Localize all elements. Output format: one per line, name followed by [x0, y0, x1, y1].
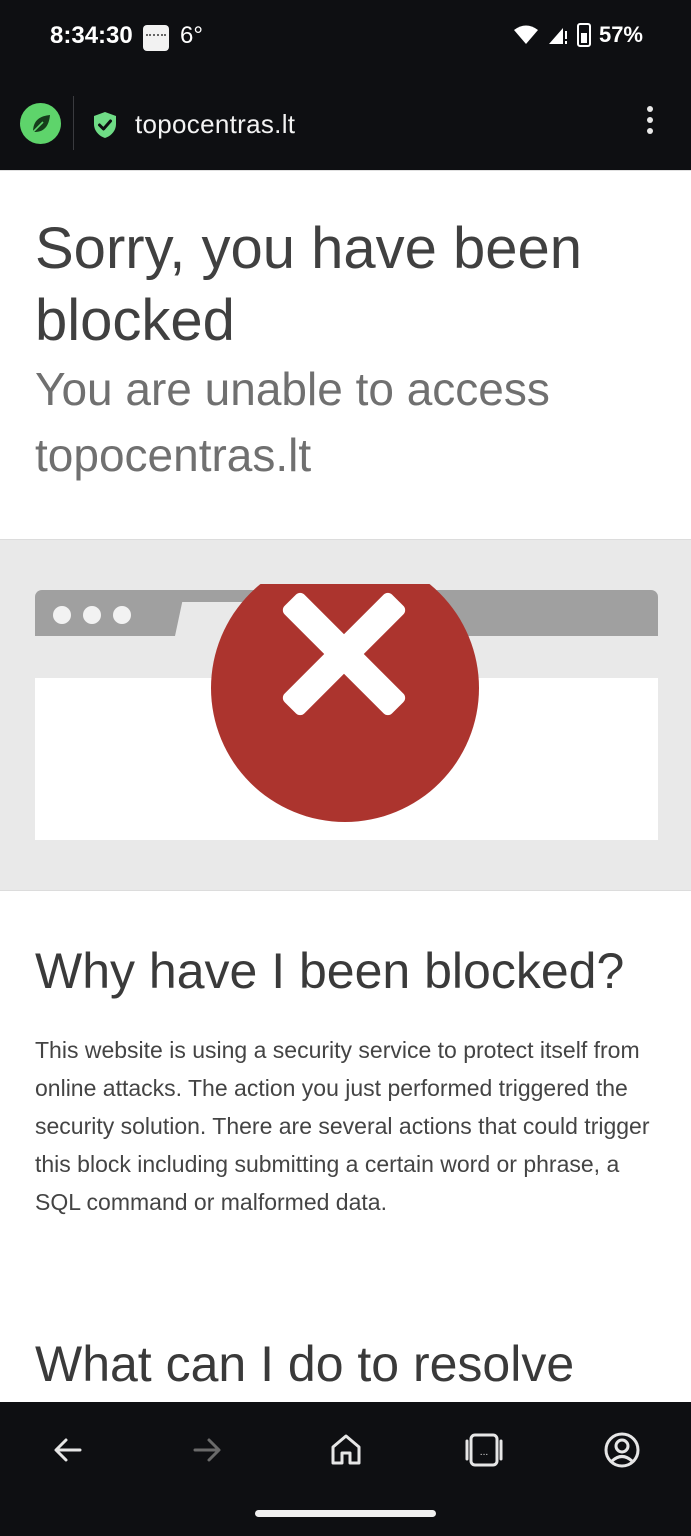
blocked-illustration	[0, 539, 691, 891]
x-mark-icon	[282, 592, 406, 716]
battery-charging-icon	[576, 23, 591, 47]
more-vert-icon[interactable]	[640, 106, 660, 142]
svg-text:...: ...	[480, 1448, 489, 1458]
why-blocked-text: This website is using a security service…	[35, 1037, 650, 1215]
tabs-icon[interactable]: ...	[464, 1430, 504, 1470]
resolve-heading: What can I do to resolve	[35, 1336, 575, 1392]
shield-check-icon[interactable]	[92, 111, 118, 139]
error-x-icon	[211, 584, 479, 822]
weather-app-icon	[143, 25, 169, 51]
gesture-home-indicator[interactable]	[255, 1510, 436, 1517]
leaf-icon[interactable]	[20, 103, 61, 144]
bottom-navigation: ...	[0, 1402, 691, 1536]
account-icon[interactable]	[602, 1430, 642, 1470]
window-dot	[113, 606, 131, 624]
why-blocked-heading: Why have I been blocked?	[35, 943, 625, 999]
battery-percent: 57%	[598, 22, 643, 47]
browser-toolbar: topocentras.lt	[0, 80, 691, 170]
window-dot	[83, 606, 101, 624]
status-temperature: 6°	[180, 22, 203, 49]
page-subtitle: You are unable to access topocentras.lt	[35, 363, 550, 481]
status-time: 8:34:30	[50, 22, 133, 49]
url-field[interactable]: topocentras.lt	[135, 109, 295, 140]
status-bar: 8:34:30 6° 57%	[0, 0, 691, 80]
status-indicators: 57%	[513, 22, 643, 48]
forward-arrow-icon[interactable]	[187, 1430, 227, 1470]
window-dot	[53, 606, 71, 624]
page-title: Sorry, you have been blocked	[35, 216, 583, 353]
browser-window-illustration	[35, 584, 658, 840]
home-icon[interactable]	[326, 1430, 366, 1470]
back-arrow-icon[interactable]	[48, 1430, 88, 1470]
page-content: Sorry, you have been blocked You are una…	[0, 170, 691, 1403]
leaf-glyph-icon	[31, 114, 50, 133]
wifi-icon	[513, 25, 538, 44]
toolbar-divider	[73, 96, 74, 150]
cell-signal-icon	[548, 28, 567, 44]
